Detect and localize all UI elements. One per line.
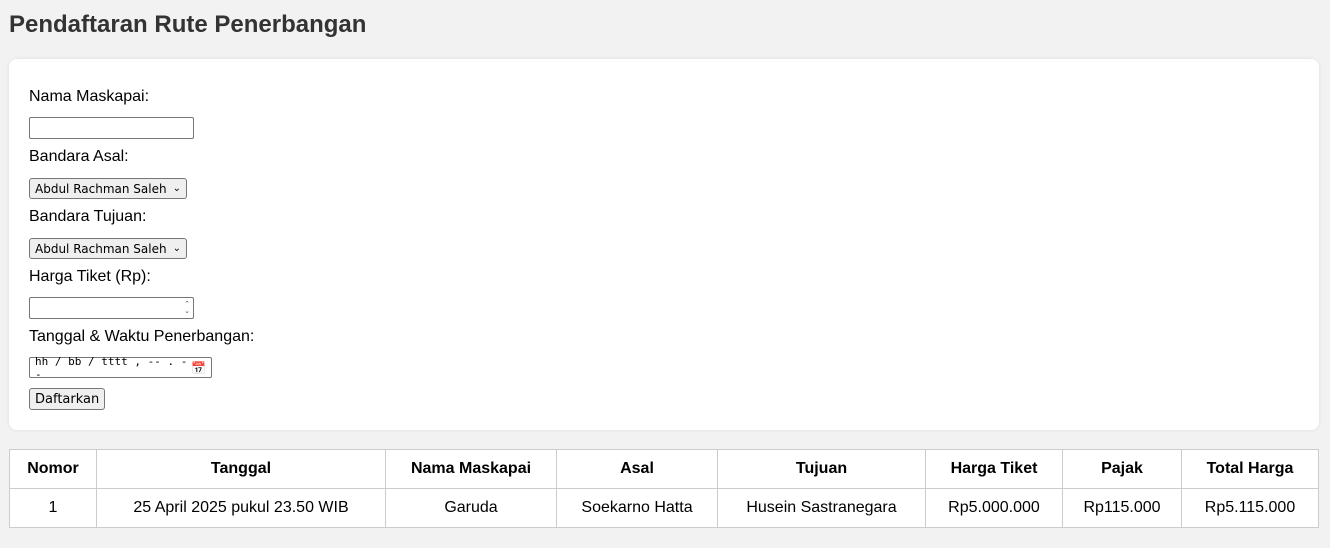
price-label: Harga Tiket (Rp): [29,268,151,285]
cell-tanggal: 25 April 2025 pukul 23.50 WIB [96,488,386,528]
destination-label: Bandara Tujuan: [29,208,147,225]
cell-nomor: 1 [9,488,97,528]
header-total-harga: Total Harga [1181,449,1319,489]
page-title: Pendaftaran Rute Penerbangan [9,11,367,38]
header-asal: Asal [556,449,718,489]
origin-select[interactable]: Abdul Rachman Saleh ⌄ [29,178,187,199]
origin-selected-value: Abdul Rachman Saleh [35,181,167,196]
datetime-placeholder: hh / bb / tttt , -- . -- [35,354,188,381]
chevron-down-icon: ⌄ [172,183,181,194]
header-nomor: Nomor [9,449,97,489]
route-form: Nama Maskapai: Bandara Asal: Abdul Rachm… [9,59,1319,430]
cell-total-harga: Rp5.115.000 [1181,488,1319,528]
chevron-down-icon: ⌄ [172,243,181,254]
header-pajak: Pajak [1062,449,1182,489]
header-tanggal: Tanggal [96,449,386,489]
cell-pajak: Rp115.000 [1062,488,1182,528]
datetime-input[interactable]: hh / bb / tttt , -- . -- 📅 [29,354,212,381]
table-header-row: Nomor Tanggal Nama Maskapai Asal Tujuan … [9,449,1319,489]
spinner-icon[interactable]: ⌃ ⌄ [184,301,190,315]
destination-select[interactable]: Abdul Rachman Saleh ⌄ [29,238,187,259]
cell-nama-maskapai: Garuda [385,488,557,528]
datetime-label: Tanggal & Waktu Penerbangan: [29,328,255,345]
calendar-icon[interactable]: 📅 [191,361,206,375]
airline-label: Nama Maskapai: [29,88,150,105]
header-tujuan: Tujuan [717,449,926,489]
airline-input[interactable] [29,117,194,139]
header-nama-maskapai: Nama Maskapai [385,449,557,489]
cell-asal: Soekarno Hatta [556,488,718,528]
origin-label: Bandara Asal: [29,148,129,165]
price-input[interactable]: ⌃ ⌄ [29,297,194,319]
cell-tujuan: Husein Sastranegara [717,488,926,528]
destination-selected-value: Abdul Rachman Saleh [35,241,167,256]
submit-button[interactable]: Daftarkan [29,388,106,410]
header-harga-tiket: Harga Tiket [925,449,1063,489]
cell-harga-tiket: Rp5.000.000 [925,488,1063,528]
routes-table: Nomor Tanggal Nama Maskapai Asal Tujuan … [9,449,1319,528]
table-row: 1 25 April 2025 pukul 23.50 WIB Garuda S… [9,488,1319,528]
